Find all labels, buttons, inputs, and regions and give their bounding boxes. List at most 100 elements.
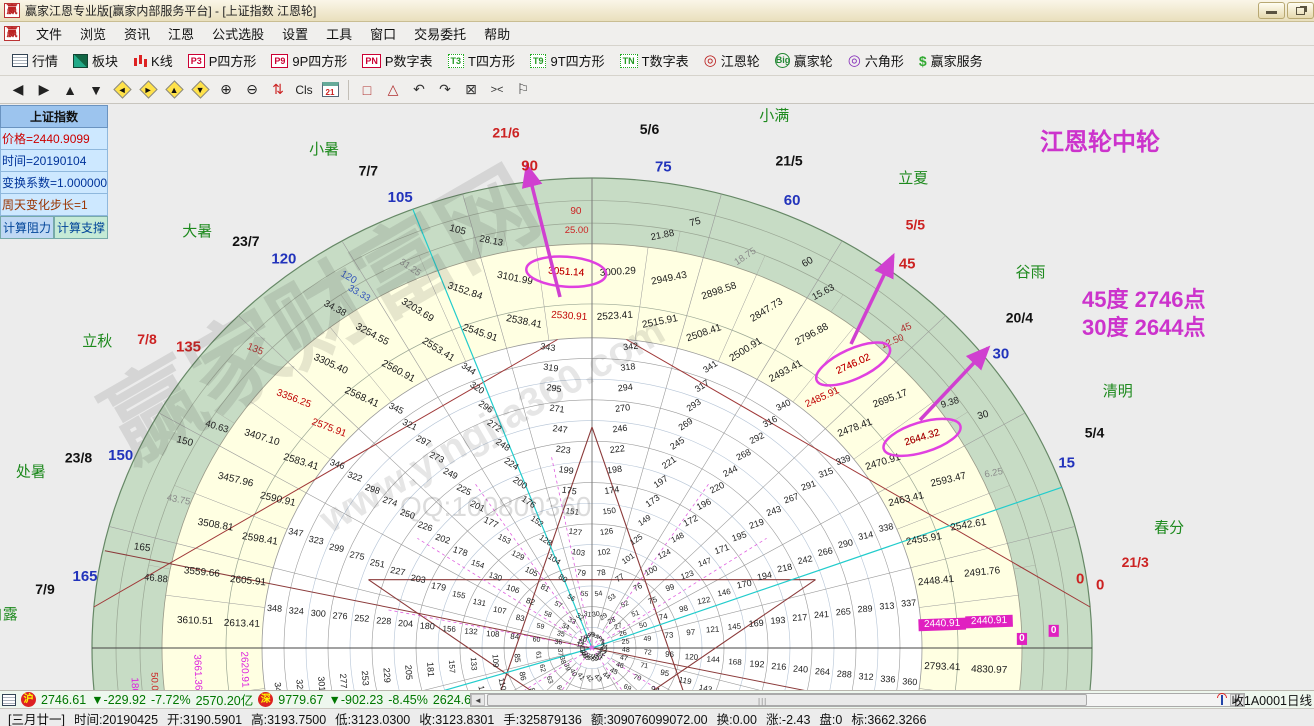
expand-icon[interactable]: ⊠	[459, 79, 483, 101]
toolbar-label: 赢家服务	[931, 51, 983, 70]
toolbar-button-六角形[interactable]: ◎六角形	[842, 49, 910, 72]
svg-text:61: 61	[534, 651, 542, 659]
menu-item-5[interactable]: 设置	[273, 25, 317, 44]
svg-text:133: 133	[469, 657, 479, 671]
toolbar-button-P四方形[interactable]: P3P四方形	[182, 49, 263, 72]
svg-text:立夏: 立夏	[898, 170, 928, 187]
gann-wheel-icon: ◎	[704, 54, 717, 68]
svg-text:79: 79	[576, 568, 587, 578]
svg-text:25.00: 25.00	[565, 225, 589, 236]
svg-text:小满: 小满	[759, 108, 789, 125]
parameter-panel: 上证指数 价格=2440.9099时间=20190104变换系数=1.00000…	[0, 105, 108, 239]
svg-text:199: 199	[558, 464, 574, 476]
svg-text:312: 312	[858, 671, 874, 682]
infobar-field-5: 收:3123.8301	[419, 709, 494, 726]
svg-text:谷雨: 谷雨	[1015, 264, 1045, 281]
menu-item-3[interactable]: 江恩	[159, 25, 203, 44]
toolbar-label: T四方形	[468, 51, 515, 70]
calc-resistance-button[interactable]: 计算阻力	[0, 216, 54, 239]
svg-text:小暑: 小暑	[309, 141, 339, 158]
calendar-icon[interactable]: 21	[318, 79, 342, 101]
main-toolbar: 行情板块K线P3P四方形P99P四方形PNP数字表T3T四方形T99T四方形TN…	[0, 46, 1314, 76]
rotate-ccw-icon[interactable]: ↶	[407, 79, 431, 101]
sz-change: ▼-902.23	[328, 693, 383, 707]
scrollbar-thumb[interactable]: |||	[487, 694, 1087, 706]
chart-area: 1234567891011121314151617181920212223242…	[0, 104, 1314, 690]
nav-up-icon[interactable]: ▲	[58, 79, 82, 101]
svg-text:白露: 白露	[0, 606, 18, 623]
toolbar-button-行情[interactable]: 行情	[6, 49, 64, 72]
toolbar-label: 板块	[92, 51, 118, 70]
toolbar-separator	[348, 80, 349, 100]
infobar-field-9: 涨:-2.43	[766, 709, 810, 726]
step-up-icon[interactable]: ▲	[162, 79, 186, 101]
svg-text:325: 325	[294, 679, 305, 690]
step-down-icon[interactable]: ▼	[188, 79, 212, 101]
service-icon: $	[919, 53, 927, 69]
nav-left-icon[interactable]: ◀	[6, 79, 30, 101]
cls-button[interactable]: Cls	[292, 79, 316, 101]
rotate-cw-icon[interactable]: ↷	[433, 79, 457, 101]
svg-text:23/7: 23/7	[232, 233, 259, 249]
toolbar-button-T数字表[interactable]: TNT数字表	[614, 49, 695, 72]
step-left-icon[interactable]: ◄	[110, 79, 134, 101]
gann-wheel[interactable]: 1234567891011121314151617181920212223242…	[0, 104, 1314, 690]
svg-text:21/5: 21/5	[775, 152, 802, 168]
toolbar-button-T四方形[interactable]: T3T四方形	[442, 49, 521, 72]
menu-item-9[interactable]: 帮助	[475, 25, 519, 44]
svg-text:180: 180	[420, 621, 436, 632]
restore-button[interactable]	[1287, 2, 1314, 19]
toolbar-button-赢家服务[interactable]: $赢家服务	[913, 49, 989, 72]
market-status-bar: 沪 2746.61 ▼-229.92 -7.72% 2570.20亿 深 977…	[0, 690, 1314, 708]
toolbar-label: P四方形	[209, 51, 257, 70]
pin-icon[interactable]: ⚐	[511, 79, 535, 101]
step-right-icon[interactable]: ►	[136, 79, 160, 101]
zoom-out-icon[interactable]: ⊖	[240, 79, 264, 101]
toolbar-button-P数字表[interactable]: PNP数字表	[356, 49, 438, 72]
calc-support-button[interactable]: 计算支撑	[54, 216, 108, 239]
minimize-button[interactable]	[1258, 2, 1285, 19]
svg-text:3661.36: 3661.36	[191, 654, 203, 690]
nav-right-icon[interactable]: ▶	[32, 79, 56, 101]
svg-text:0: 0	[1096, 576, 1104, 593]
rect-tool-icon[interactable]: □	[355, 79, 379, 101]
menu-item-0[interactable]: 文件	[27, 25, 71, 44]
toolbar-button-K线[interactable]: K线	[127, 49, 179, 72]
scroll-left-icon[interactable]: ◄	[471, 694, 485, 706]
toolbar-label: P数字表	[385, 51, 433, 70]
svg-text:150: 150	[602, 506, 617, 517]
p9-icon: P9	[271, 54, 288, 68]
svg-text:324: 324	[289, 605, 305, 616]
svg-text:265: 265	[835, 606, 851, 617]
menu-item-6[interactable]: 工具	[317, 25, 361, 44]
updown-icon[interactable]: ⇅	[266, 79, 290, 101]
shrink-icon[interactable]: ><	[485, 79, 509, 101]
menu-item-2[interactable]: 资讯	[115, 25, 159, 44]
nav-down-icon[interactable]: ▼	[84, 79, 108, 101]
zoom-in-icon[interactable]: ⊕	[214, 79, 238, 101]
svg-text:168: 168	[728, 657, 742, 667]
t3-icon: T3	[448, 54, 465, 68]
svg-text:288: 288	[836, 669, 852, 680]
svg-text:2613.41: 2613.41	[224, 618, 261, 630]
infobar-field-6: 手:325879136	[503, 709, 582, 726]
svg-text:2793.41: 2793.41	[924, 661, 961, 673]
panel-row-1: 时间=20190104	[0, 150, 108, 172]
triangle-tool-icon[interactable]: △	[381, 79, 405, 101]
shanghai-market-icon: 沪	[21, 692, 36, 707]
toolbar-button-9T四方形[interactable]: T99T四方形	[524, 49, 611, 72]
menu-bar: 赢 文件浏览资讯江恩公式选股设置工具窗口交易委托帮助	[0, 22, 1314, 46]
svg-text:144: 144	[706, 655, 720, 665]
svg-text:97: 97	[686, 628, 696, 638]
menu-item-7[interactable]: 窗口	[361, 25, 405, 44]
toolbar-button-江恩轮[interactable]: ◎江恩轮	[698, 49, 766, 72]
toolbar-button-9P四方形[interactable]: P99P四方形	[265, 49, 353, 72]
quote-grid-icon[interactable]	[2, 694, 16, 706]
toolbar-button-赢家轮[interactable]: Big赢家轮	[769, 49, 839, 72]
horizontal-scrollbar[interactable]: ◄ ||| ►	[470, 693, 1245, 707]
svg-text:102: 102	[597, 547, 612, 558]
toolbar-button-板块[interactable]: 板块	[67, 49, 124, 72]
menu-item-1[interactable]: 浏览	[71, 25, 115, 44]
menu-item-8[interactable]: 交易委托	[405, 25, 475, 44]
menu-item-4[interactable]: 公式选股	[203, 25, 273, 44]
